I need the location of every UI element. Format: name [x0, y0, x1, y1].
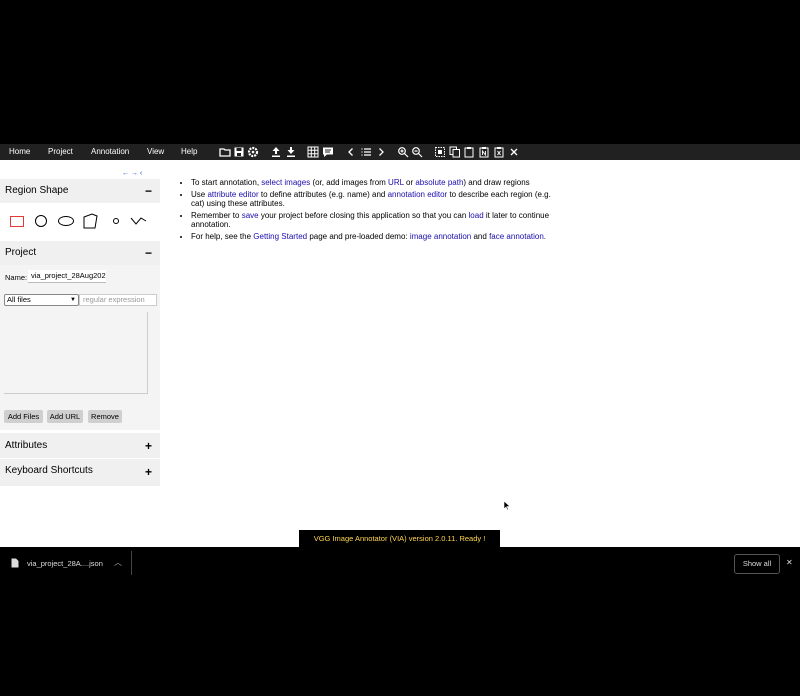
help-item: For help, see the Getting Started page a…: [191, 232, 561, 241]
comment-icon[interactable]: [322, 146, 334, 158]
project-title: Project: [5, 247, 37, 258]
folder-icon[interactable]: [219, 146, 231, 158]
help-item: Remember to save your project before clo…: [191, 211, 561, 229]
expand-icon[interactable]: +: [145, 465, 152, 479]
absolute-path-link[interactable]: absolute path: [415, 178, 463, 187]
getting-started-link[interactable]: Getting Started: [253, 232, 307, 241]
help-text: For help, see the: [191, 232, 252, 241]
load-link[interactable]: load: [469, 211, 484, 220]
menu-view[interactable]: View: [147, 147, 164, 156]
help-list: To start annotation, select images (or, …: [180, 178, 561, 244]
divider: [131, 551, 132, 575]
url-link[interactable]: URL: [388, 178, 404, 187]
file-filter-select[interactable]: All files ▼: [4, 294, 79, 306]
delete-paste-icon[interactable]: [493, 146, 505, 158]
download-bar: via_project_28A....json ︿ Show all ✕: [0, 547, 800, 580]
chevron-up-icon[interactable]: ︿: [114, 557, 122, 568]
remove-button[interactable]: Remove: [88, 410, 122, 423]
polygon-shape-icon[interactable]: [82, 213, 99, 229]
status-message: VGG Image Annotator (VIA) version 2.0.11…: [299, 530, 500, 547]
ellipse-shape-icon[interactable]: [58, 216, 74, 226]
annotation-editor-link[interactable]: annotation editor: [388, 190, 448, 199]
left-panel: ← → ‹ Region Shape − Project − Name: via…: [0, 160, 160, 486]
help-text: or: [406, 178, 414, 187]
help-text: and: [473, 232, 487, 241]
keyboard-shortcuts-header[interactable]: Keyboard Shortcuts +: [0, 459, 160, 486]
help-item: To start annotation, select images (or, …: [191, 178, 561, 187]
grid-icon[interactable]: [307, 146, 319, 158]
zoom-in-icon[interactable]: [397, 146, 409, 158]
help-item: Use attribute editor to define attribute…: [191, 190, 561, 208]
shape-toolbar: [0, 203, 160, 240]
prev-icon[interactable]: [345, 146, 357, 158]
file-icon: [11, 558, 19, 568]
project-body: Name: via_project_28Aug202 All files ▼ r…: [0, 265, 160, 400]
collapse-icon[interactable]: −: [145, 246, 152, 260]
help-text: Use: [191, 190, 206, 199]
expand-icon[interactable]: +: [145, 439, 152, 453]
help-text: .: [543, 232, 547, 241]
close-icon[interactable]: ✕: [786, 558, 793, 567]
attribute-editor-link[interactable]: attribute editor: [207, 190, 258, 199]
cursor-icon: [503, 500, 511, 511]
zoom-out-icon[interactable]: [411, 146, 423, 158]
project-name-label: Name:: [5, 273, 28, 282]
image-annotation-link[interactable]: image annotation: [410, 232, 471, 241]
menu-home[interactable]: Home: [9, 147, 30, 156]
download-filename[interactable]: via_project_28A....json: [27, 559, 103, 568]
save-link[interactable]: save: [242, 211, 259, 220]
help-text: page and pre-loaded demo:: [309, 232, 408, 241]
help-text: To start annotation,: [191, 178, 260, 187]
gear-icon[interactable]: [247, 146, 259, 158]
help-text: (or, add images from: [312, 178, 386, 187]
collapse-icon[interactable]: −: [145, 184, 152, 198]
next-icon[interactable]: [375, 146, 387, 158]
menu-annotation[interactable]: Annotation: [91, 147, 129, 156]
file-buttons-row: Add Files Add URL Remove: [0, 400, 160, 430]
region-shape-title: Region Shape: [5, 185, 69, 196]
project-header[interactable]: Project −: [0, 241, 160, 265]
file-list[interactable]: [4, 312, 148, 394]
project-name-input[interactable]: via_project_28Aug202: [28, 270, 106, 283]
panel-nav-arrows[interactable]: ← → ‹: [122, 170, 142, 177]
regex-input[interactable]: regular expression: [79, 294, 157, 306]
select-images-link[interactable]: select images: [261, 178, 310, 187]
menu-bar: Home Project Annotation View Help: [0, 144, 800, 160]
circle-shape-icon[interactable]: [35, 215, 47, 227]
add-files-button[interactable]: Add Files: [4, 410, 43, 423]
paste-icon[interactable]: [463, 146, 475, 158]
close-icon[interactable]: [508, 146, 520, 158]
help-text: Remember to: [191, 211, 240, 220]
polyline-shape-icon[interactable]: [130, 216, 147, 226]
attributes-header[interactable]: Attributes +: [0, 433, 160, 458]
download-icon[interactable]: [285, 146, 297, 158]
file-filter-value: All files: [7, 295, 31, 304]
help-text: to define attributes (e.g. name) and: [260, 190, 386, 199]
attributes-title: Attributes: [5, 440, 48, 451]
chevron-down-icon: ▼: [70, 297, 76, 303]
help-text: your project before closing this applica…: [260, 211, 467, 220]
paste-n-icon[interactable]: [478, 146, 490, 158]
menu-project[interactable]: Project: [48, 147, 73, 156]
point-shape-icon[interactable]: [113, 218, 119, 224]
list-icon[interactable]: [360, 146, 372, 158]
menu-help[interactable]: Help: [181, 147, 197, 156]
region-shape-header[interactable]: Region Shape −: [0, 179, 160, 203]
face-annotation-link[interactable]: face annotation: [489, 232, 544, 241]
copy-icon[interactable]: [449, 146, 461, 158]
help-text: ) and draw regions: [463, 178, 530, 187]
save-icon[interactable]: [233, 146, 245, 158]
upload-icon[interactable]: [270, 146, 282, 158]
select-all-icon[interactable]: [434, 146, 446, 158]
add-url-button[interactable]: Add URL: [47, 410, 83, 423]
rectangle-shape-icon[interactable]: [10, 216, 24, 227]
keyboard-shortcuts-title: Keyboard Shortcuts: [5, 465, 93, 476]
show-all-button[interactable]: Show all: [734, 554, 780, 574]
